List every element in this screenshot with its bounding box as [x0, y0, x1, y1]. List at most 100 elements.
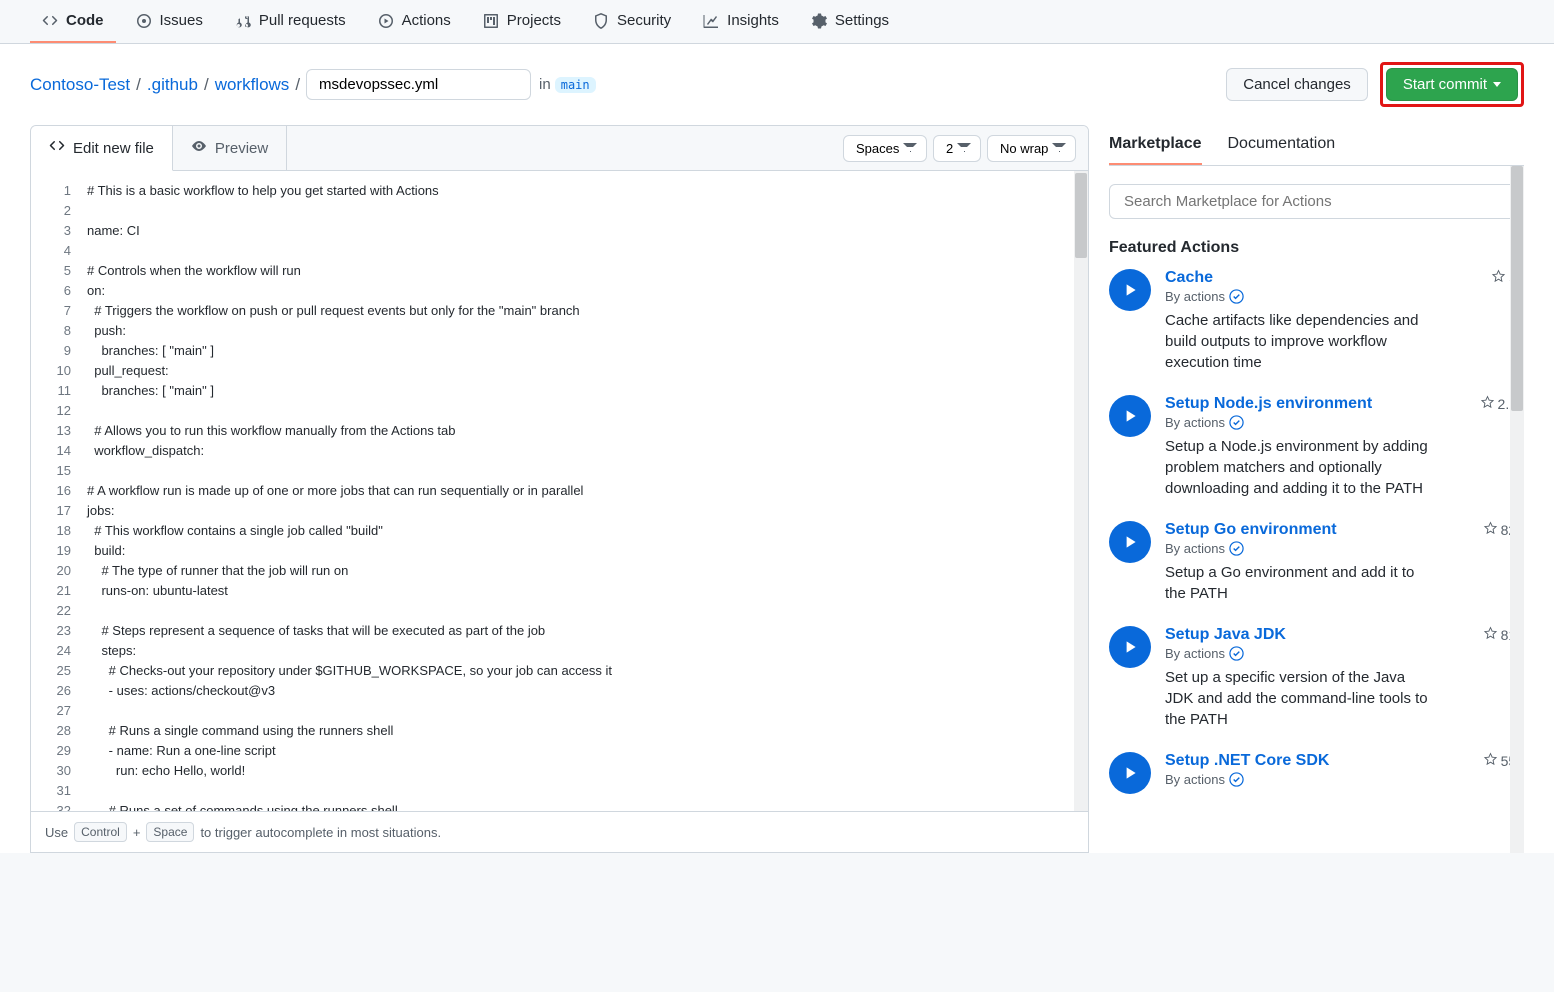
breadcrumb-sep: /	[202, 75, 211, 95]
hint-text: Use	[45, 825, 68, 840]
action-author: By actions	[1165, 541, 1524, 556]
tab-documentation[interactable]: Documentation	[1228, 125, 1336, 165]
project-icon	[483, 13, 499, 29]
action-author: By actions	[1165, 289, 1524, 304]
gear-icon	[811, 13, 827, 29]
star-icon	[1480, 395, 1495, 413]
tab-code[interactable]: Code	[30, 0, 116, 43]
scrollbar-thumb[interactable]	[1511, 166, 1523, 411]
branch-chip[interactable]: main	[555, 77, 596, 93]
editor-panel: Edit new file Preview Spaces 2 No wrap 1…	[30, 125, 1089, 812]
breadcrumb: Contoso-Test / .github / workflows / in …	[30, 69, 596, 100]
featured-heading: Featured Actions	[1109, 239, 1524, 257]
tab-pulls[interactable]: Pull requests	[223, 0, 358, 43]
verified-icon	[1229, 772, 1244, 787]
tab-actions[interactable]: Actions	[366, 0, 463, 43]
eye-icon	[191, 138, 207, 158]
code-content[interactable]: # This is a basic workflow to help you g…	[87, 171, 1088, 811]
breadcrumb-dir2[interactable]: workflows	[215, 75, 290, 95]
breadcrumb-dir1[interactable]: .github	[147, 75, 198, 95]
verified-icon	[1229, 415, 1244, 430]
play-icon	[1109, 752, 1151, 794]
tab-insights[interactable]: Insights	[691, 0, 791, 43]
start-commit-button[interactable]: Start commit	[1386, 68, 1518, 101]
action-card[interactable]: Setup .NET Core SDK 559 By actions	[1109, 752, 1524, 794]
breadcrumb-sep: /	[134, 75, 143, 95]
search-input[interactable]	[1109, 184, 1524, 219]
indent-mode-select[interactable]: Spaces	[843, 135, 927, 162]
code-icon	[49, 138, 65, 158]
scrollbar-track[interactable]	[1074, 171, 1088, 811]
tab-label: Code	[66, 12, 104, 29]
in-label: in	[539, 76, 551, 93]
tab-label: Issues	[160, 12, 203, 29]
play-icon	[1109, 395, 1151, 437]
action-author: By actions	[1165, 415, 1524, 430]
graph-icon	[703, 13, 719, 29]
action-description: Setup a Go environment and add it to the…	[1165, 562, 1435, 604]
code-icon	[42, 13, 58, 29]
action-card[interactable]: Setup Go environment 828 By actions Setu…	[1109, 521, 1524, 604]
star-icon	[1491, 269, 1506, 287]
verified-icon	[1229, 289, 1244, 304]
tab-security[interactable]: Security	[581, 0, 683, 43]
tab-issues[interactable]: Issues	[124, 0, 215, 43]
line-numbers: 1234567891011121314151617181920212223242…	[31, 171, 87, 811]
shield-icon	[593, 13, 609, 29]
pr-icon	[235, 13, 251, 29]
hint-text: +	[133, 825, 141, 840]
tab-edit-file[interactable]: Edit new file	[31, 126, 173, 171]
repo-nav: Code Issues Pull requests Actions Projec…	[0, 0, 1554, 44]
play-icon	[1109, 626, 1151, 668]
action-card[interactable]: Cache 3k By actions Cache artifacts like…	[1109, 269, 1524, 373]
tab-preview[interactable]: Preview	[173, 126, 287, 170]
star-icon	[1483, 752, 1498, 770]
action-author: By actions	[1165, 646, 1524, 661]
button-label: Start commit	[1403, 76, 1487, 93]
caret-down-icon	[1493, 82, 1501, 87]
hint-text: to trigger autocomplete in most situatio…	[200, 825, 441, 840]
tab-label: Insights	[727, 12, 779, 29]
tab-label: Actions	[402, 12, 451, 29]
verified-icon	[1229, 541, 1244, 556]
tab-marketplace[interactable]: Marketplace	[1109, 125, 1202, 165]
tab-label: Projects	[507, 12, 561, 29]
filename-input[interactable]	[306, 69, 531, 100]
issue-icon	[136, 13, 152, 29]
wrap-select[interactable]: No wrap	[987, 135, 1076, 162]
action-card[interactable]: Setup Node.js environment 2.2k By action…	[1109, 395, 1524, 499]
star-icon	[1483, 626, 1498, 644]
tab-label: Security	[617, 12, 671, 29]
tab-label: Settings	[835, 12, 889, 29]
action-description: Set up a specific version of the Java JD…	[1165, 667, 1435, 730]
action-card[interactable]: Setup Java JDK 819 By actions Set up a s…	[1109, 626, 1524, 730]
action-author: By actions	[1165, 772, 1524, 787]
play-icon	[378, 13, 394, 29]
tab-label: Preview	[215, 140, 268, 157]
marketplace-panel: Marketplace Documentation Featured Actio…	[1109, 125, 1524, 853]
kbd-control: Control	[74, 822, 127, 842]
action-title: Setup Go environment	[1165, 521, 1337, 539]
highlight-annotation: Start commit	[1380, 62, 1524, 107]
action-title: Cache	[1165, 269, 1213, 287]
action-title: Setup Java JDK	[1165, 626, 1286, 644]
play-icon	[1109, 521, 1151, 563]
autocomplete-hint: Use Control + Space to trigger autocompl…	[30, 812, 1089, 853]
tab-label: Pull requests	[259, 12, 346, 29]
code-editor[interactable]: 1234567891011121314151617181920212223242…	[31, 171, 1088, 811]
cancel-button[interactable]: Cancel changes	[1226, 68, 1368, 101]
star-icon	[1483, 521, 1498, 539]
scrollbar-track[interactable]	[1510, 166, 1524, 853]
breadcrumb-repo[interactable]: Contoso-Test	[30, 75, 130, 95]
action-title: Setup .NET Core SDK	[1165, 752, 1329, 770]
breadcrumb-sep: /	[293, 75, 302, 95]
tab-projects[interactable]: Projects	[471, 0, 573, 43]
tab-label: Edit new file	[73, 140, 154, 157]
kbd-space: Space	[146, 822, 194, 842]
play-icon	[1109, 269, 1151, 311]
action-description: Setup a Node.js environment by adding pr…	[1165, 436, 1435, 499]
tab-settings[interactable]: Settings	[799, 0, 901, 43]
action-title: Setup Node.js environment	[1165, 395, 1372, 413]
indent-size-select[interactable]: 2	[933, 135, 981, 162]
scrollbar-thumb[interactable]	[1075, 173, 1087, 258]
